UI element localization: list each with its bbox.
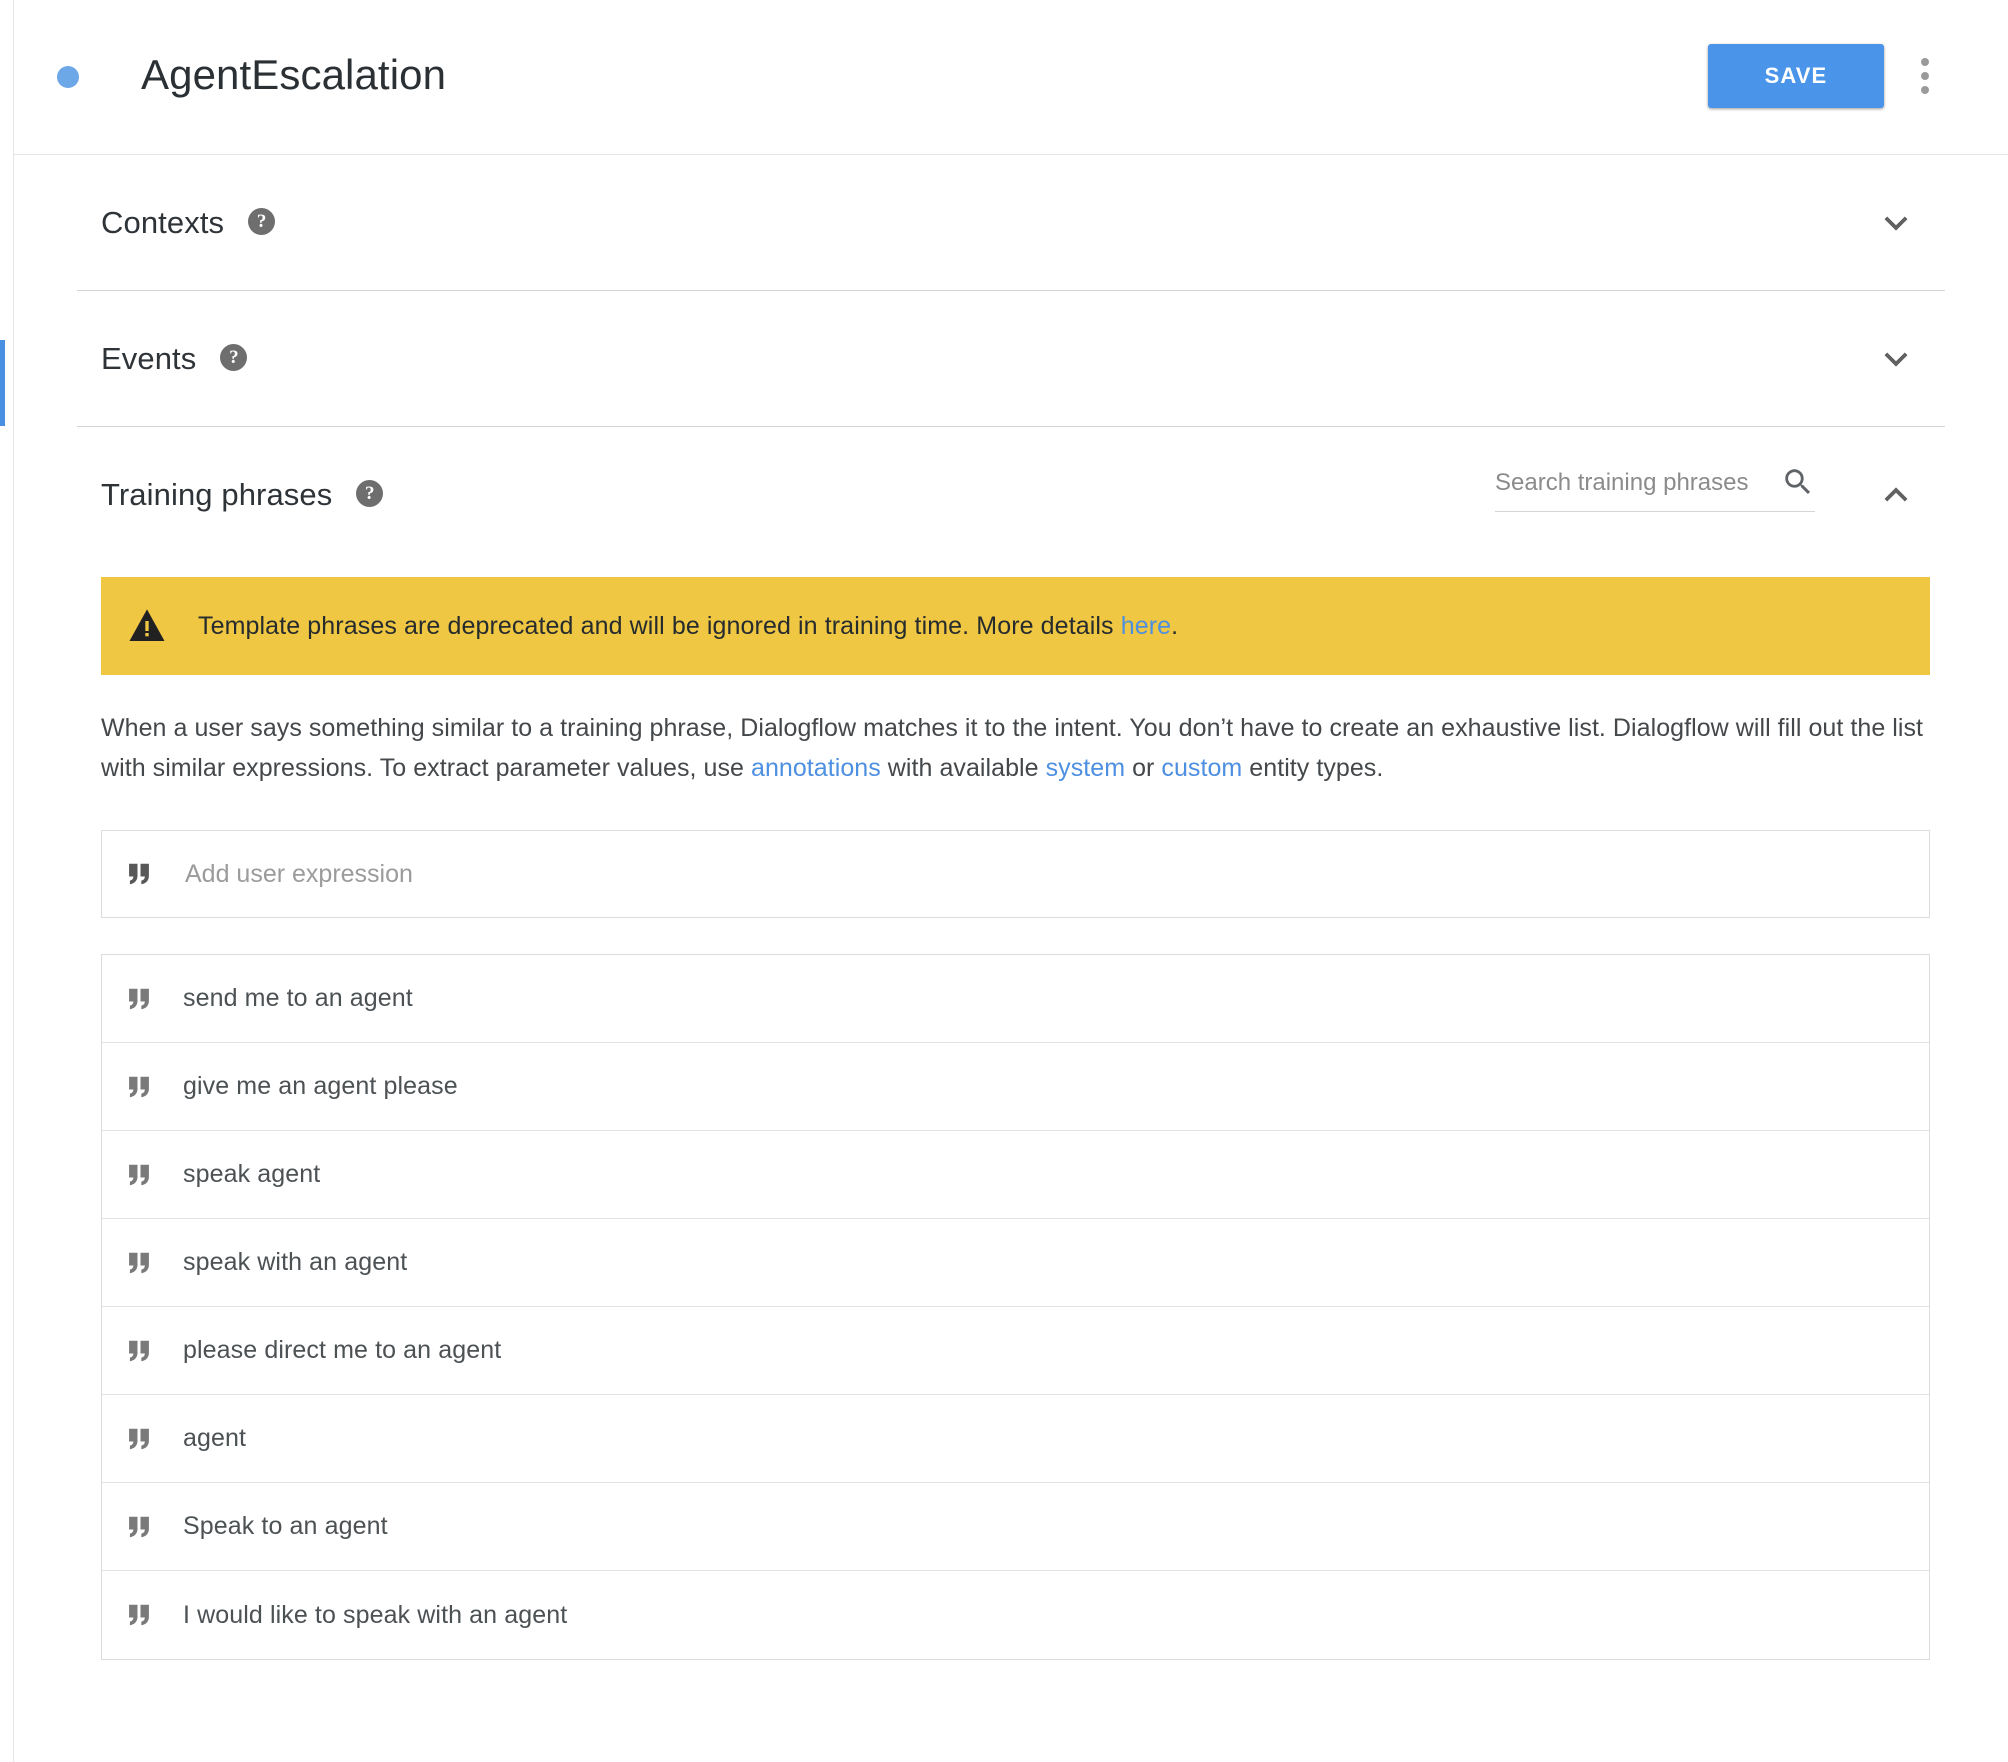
training-phrase-row[interactable]: give me an agent please: [102, 1043, 1929, 1131]
training-phrase-list: send me to an agent give me an agent ple…: [101, 954, 1930, 1660]
intent-status-dot: [57, 66, 79, 88]
deprecation-warning-banner: Template phrases are deprecated and will…: [101, 577, 1930, 675]
training-phrase-text: speak agent: [183, 1160, 321, 1188]
section-events-header[interactable]: Events ?: [77, 291, 1945, 427]
section-contexts-header[interactable]: Contexts ?: [77, 155, 1945, 291]
training-phrase-row[interactable]: send me to an agent: [102, 955, 1929, 1043]
training-phrases-description: When a user says something similar to a …: [101, 708, 1931, 788]
section-training-phrases-title-row: Training phrases ?: [101, 427, 384, 563]
section-contexts: Contexts ?: [77, 155, 1945, 291]
help-icon[interactable]: ?: [356, 479, 384, 507]
description-part-3: or: [1125, 754, 1162, 782]
search-underline: [1495, 511, 1815, 512]
section-title-label: Training phrases: [101, 477, 333, 512]
section-contexts-title-row: Contexts ?: [101, 155, 276, 291]
training-phrase-text: send me to an agent: [183, 984, 413, 1012]
search-icon[interactable]: [1781, 465, 1815, 499]
training-phrase-text: speak with an agent: [183, 1248, 408, 1276]
page-title: AgentEscalation: [141, 51, 447, 98]
training-phrase-text: I would like to speak with an agent: [183, 1600, 568, 1629]
custom-entity-link[interactable]: custom: [1161, 754, 1242, 782]
quote-icon: [125, 1073, 153, 1101]
page-container: AgentEscalation SAVE Contexts ? Events ?…: [14, 0, 2008, 1762]
quote-icon: [125, 860, 153, 888]
quote-icon: [125, 1601, 153, 1629]
training-phrase-text: please direct me to an agent: [183, 1336, 502, 1364]
help-icon[interactable]: ?: [248, 207, 276, 235]
training-phrase-row[interactable]: speak agent: [102, 1131, 1929, 1219]
warning-triangle-icon: [127, 606, 167, 646]
quote-icon: [125, 985, 153, 1013]
help-icon[interactable]: ?: [220, 343, 248, 371]
intent-header: AgentEscalation SAVE: [14, 0, 2008, 155]
training-phrase-row[interactable]: Speak to an agent: [102, 1483, 1929, 1571]
system-entity-link[interactable]: system: [1046, 754, 1125, 782]
training-phrase-row[interactable]: please direct me to an agent: [102, 1307, 1929, 1395]
save-button[interactable]: SAVE: [1708, 44, 1884, 108]
section-title-label: Events: [101, 341, 197, 376]
quote-icon: [125, 1337, 153, 1365]
warning-here-link[interactable]: here: [1121, 612, 1171, 640]
section-events-title-row: Events ?: [101, 291, 248, 427]
chevron-up-icon[interactable]: [1873, 472, 1919, 518]
search-input[interactable]: [1495, 469, 1769, 511]
add-user-expression-input[interactable]: [183, 858, 1909, 890]
vertical-scrollbar-thumb[interactable]: [0, 340, 5, 426]
description-part-4: entity types.: [1242, 754, 1384, 782]
quote-icon: [125, 1161, 153, 1189]
chevron-down-icon[interactable]: [1873, 200, 1919, 246]
section-training-phrases-header[interactable]: Training phrases ?: [77, 427, 1945, 563]
training-phrase-row[interactable]: speak with an agent: [102, 1219, 1929, 1307]
more-vert-dot: [1921, 58, 1929, 66]
training-phrase-text: give me an agent please: [183, 1072, 458, 1100]
add-user-expression-row[interactable]: [101, 830, 1930, 918]
more-vert-dot: [1921, 86, 1929, 94]
warning-message: Template phrases are deprecated and will…: [198, 612, 1178, 641]
warning-text-before: Template phrases are deprecated and will…: [198, 611, 1121, 640]
description-part-2: with available: [880, 754, 1046, 782]
training-phrase-text: Speak to an agent: [183, 1512, 388, 1540]
training-phrase-row[interactable]: I would like to speak with an agent: [102, 1571, 1929, 1659]
training-phrase-row[interactable]: agent: [102, 1395, 1929, 1483]
training-phrases-body: Template phrases are deprecated and will…: [77, 577, 1945, 1660]
search-training-phrases-field: [1495, 469, 1815, 512]
warning-text-after: .: [1171, 611, 1179, 640]
section-title-label: Contexts: [101, 205, 225, 240]
more-vert-icon[interactable]: [1905, 48, 1945, 104]
quote-icon: [125, 1249, 153, 1277]
quote-icon: [125, 1513, 153, 1541]
quote-icon: [125, 1425, 153, 1453]
section-training-phrases: Training phrases ?: [77, 427, 1945, 563]
left-rail: [0, 0, 14, 1762]
section-events: Events ?: [77, 291, 1945, 427]
chevron-down-icon[interactable]: [1873, 336, 1919, 382]
training-phrase-text: agent: [183, 1424, 247, 1452]
annotations-link[interactable]: annotations: [751, 754, 881, 782]
more-vert-dot: [1921, 72, 1929, 80]
